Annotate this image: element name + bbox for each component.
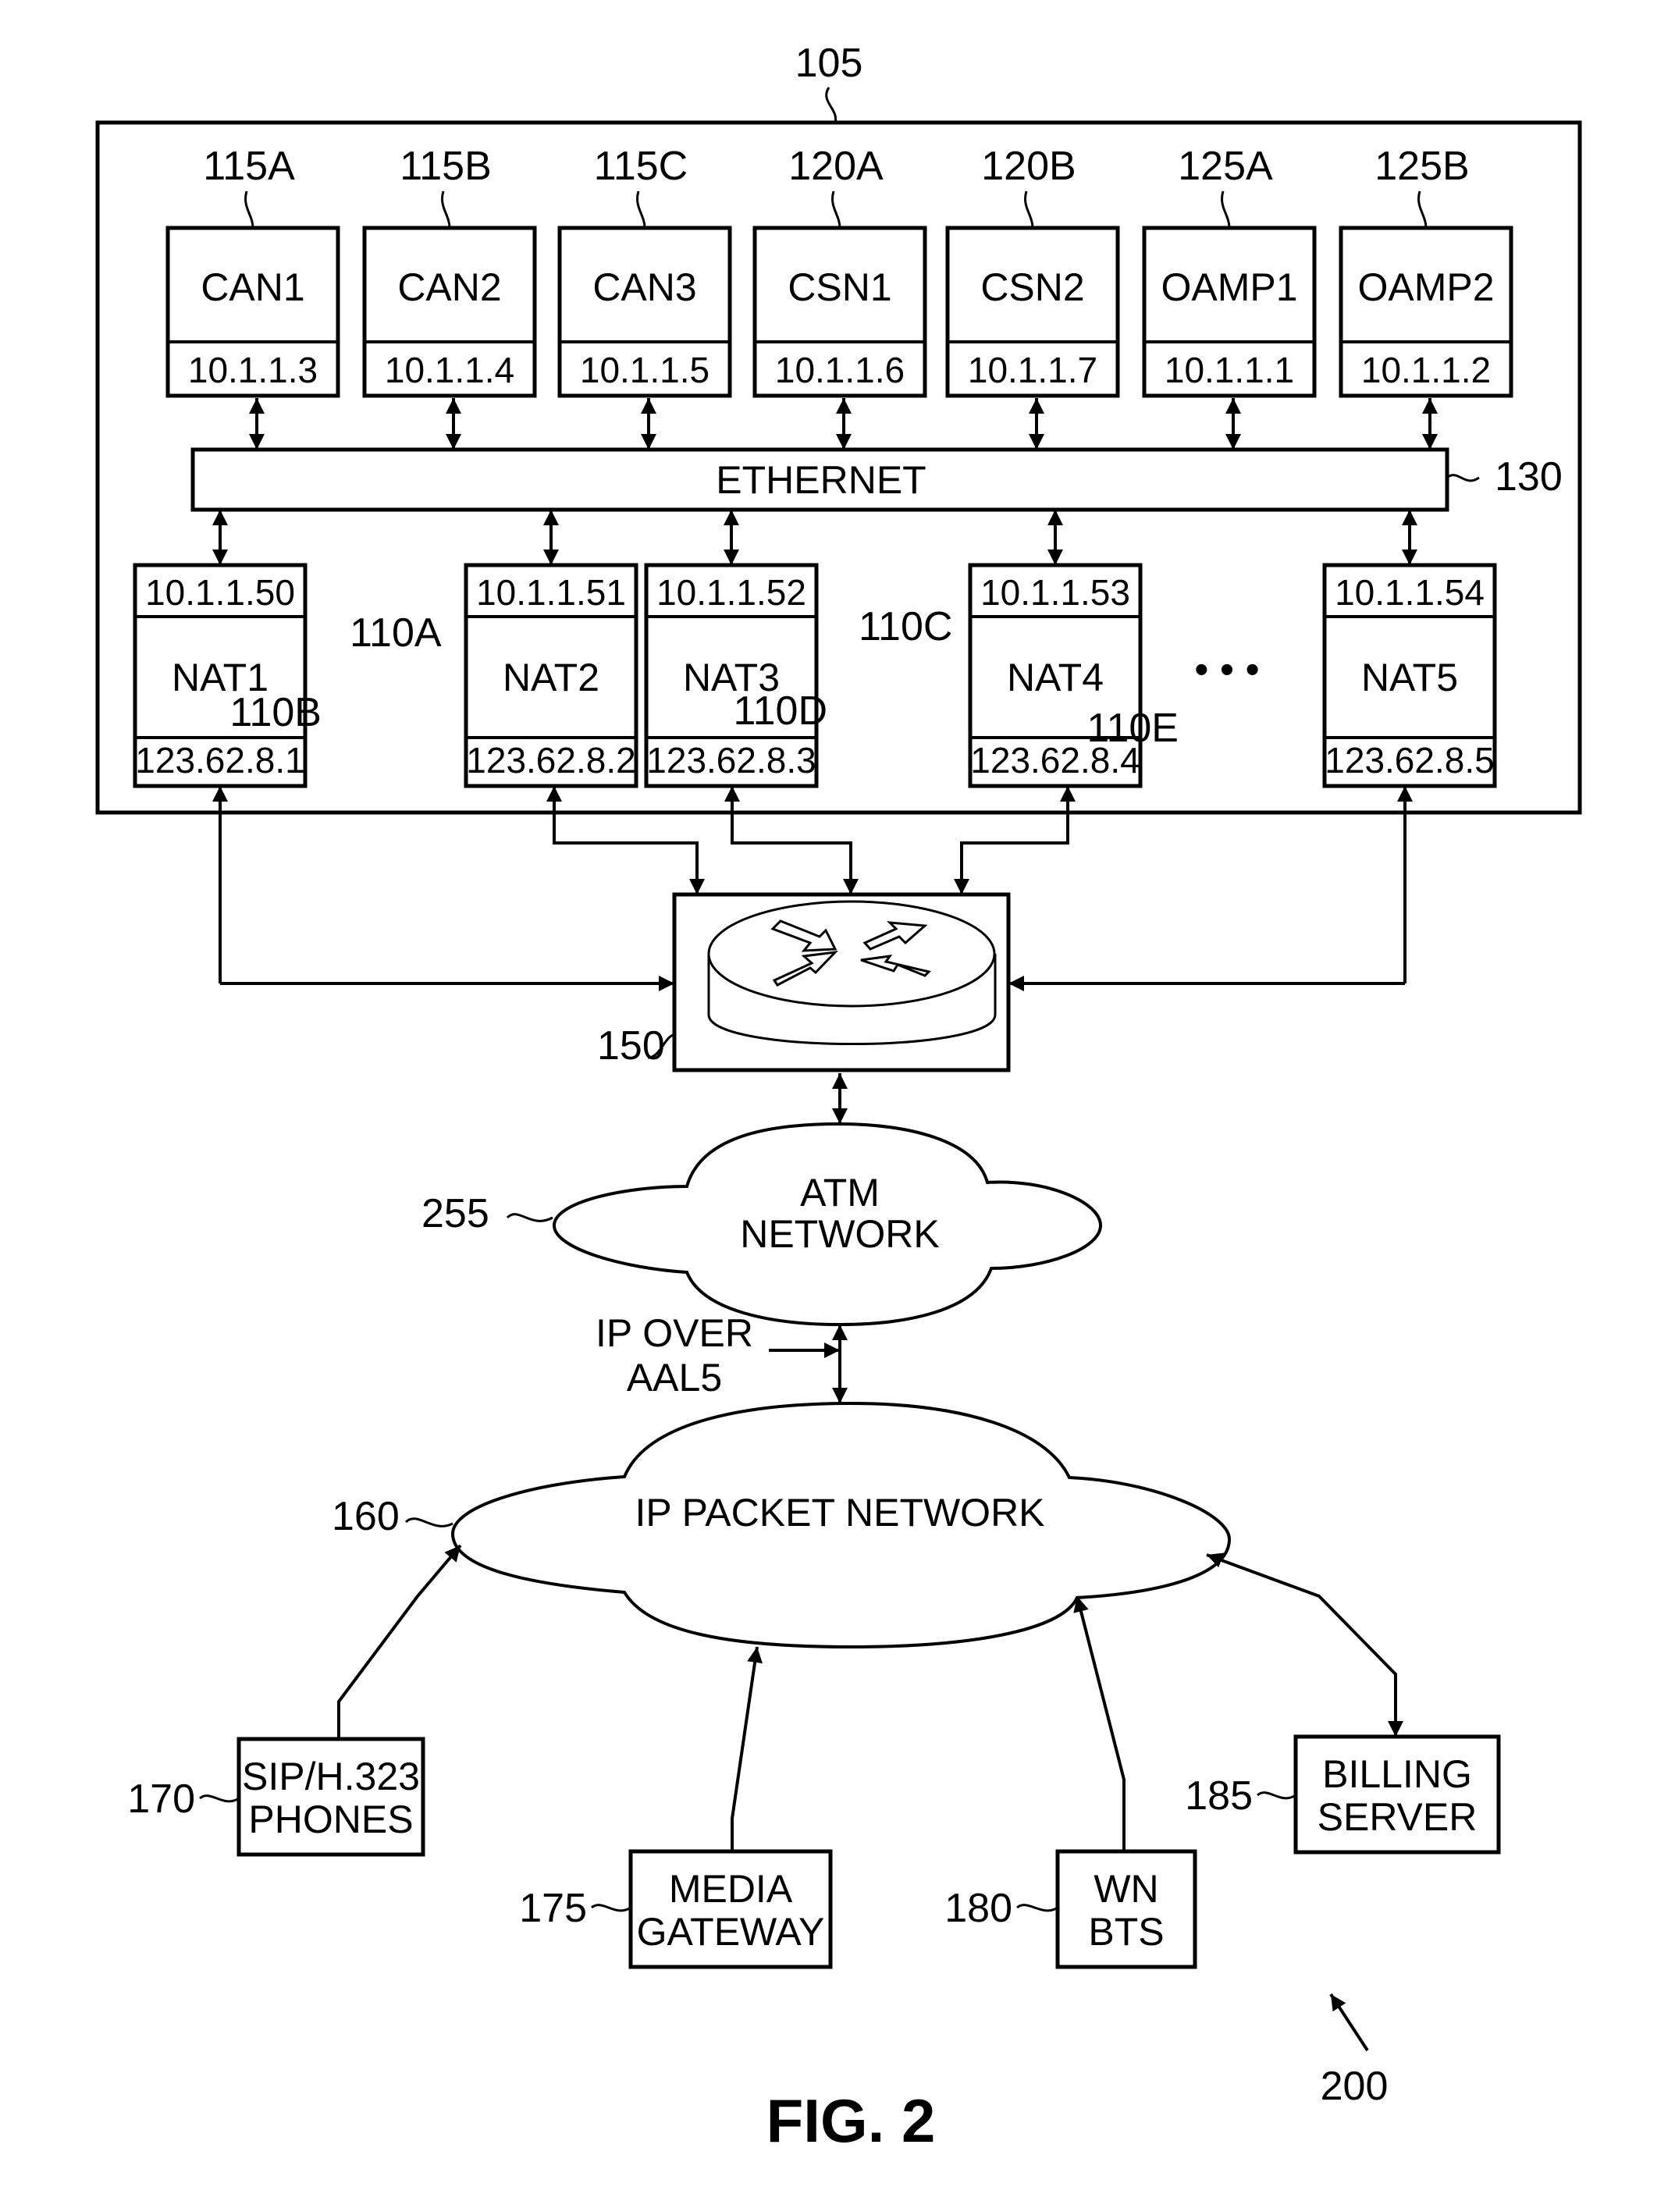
nat-private-ip: 10.1.1.53: [980, 572, 1130, 613]
nat-public-ip: 123.62.8.1: [135, 740, 304, 781]
nat-public-ip: 123.62.8.2: [466, 740, 635, 781]
server-name: OAMP1: [1161, 265, 1297, 309]
server-ref: 125A: [1178, 144, 1273, 189]
system-ref: 200: [1321, 1993, 1389, 2109]
endpoint-box: WNBTS 180: [944, 1849, 1197, 1969]
nat-ref: 110A: [350, 610, 442, 656]
server-ip: 10.1.1.4: [385, 350, 514, 390]
endpoint-line1: MEDIA: [669, 1867, 793, 1911]
server-ip: 10.1.1.6: [775, 350, 905, 390]
nat-private-ip: 10.1.1.54: [1335, 572, 1485, 613]
ellipsis: • • •: [1194, 647, 1260, 692]
server-ref: 125B: [1374, 144, 1469, 189]
server-ip: 10.1.1.3: [188, 350, 318, 390]
server-ip: 10.1.1.2: [1361, 350, 1491, 390]
nat-ref: 110B: [229, 690, 322, 735]
ip-network-cloud: IP PACKET NETWORK 160: [332, 1401, 1232, 1649]
server-name: CAN1: [201, 265, 304, 309]
endpoint-links: [331, 1544, 1403, 1879]
nat-name: NAT4: [1007, 656, 1104, 699]
atm-ref: 255: [421, 1191, 489, 1236]
enclosure-ref: 105: [795, 41, 863, 86]
figure-title: FIG. 2: [766, 2086, 936, 2155]
endpoint-line2: GATEWAY: [637, 1910, 825, 1954]
nat-private-ip: 10.1.1.50: [145, 572, 295, 613]
endpoint-boxes: SIP/H.323PHONES 170 MEDIAGATEWAY 175 WNBTS 18…: [127, 1734, 1501, 1969]
endpoint-ref: 175: [519, 1886, 587, 1931]
server-name: OAMP2: [1357, 265, 1494, 309]
nat-ref: 110E: [1086, 706, 1179, 751]
endpoint-line2: SERVER: [1318, 1795, 1478, 1839]
endpoint-ref: 185: [1185, 1773, 1253, 1819]
ip-network-label: IP PACKET NETWORK: [635, 1491, 1044, 1535]
server-ip: 10.1.1.5: [580, 350, 709, 390]
atm-line1: ATM: [800, 1171, 880, 1214]
nat-ref: 110C: [859, 604, 952, 649]
server-name: CSN2: [980, 265, 1084, 309]
nat-private-ip: 10.1.1.51: [476, 572, 626, 613]
atm-ip-link: IP OVER AAL5: [596, 1311, 848, 1403]
atm-network-cloud: ATM NETWORK 255: [421, 1122, 1103, 1327]
endpoint-box: SIP/H.323PHONES 170: [127, 1737, 425, 1857]
ethernet-label: ETHERNET: [716, 458, 926, 502]
system-ref-label: 200: [1321, 2064, 1389, 2109]
server-ref: 115B: [400, 144, 492, 189]
server-ip: 10.1.1.1: [1165, 350, 1294, 390]
server-ref: 115C: [594, 144, 688, 189]
link-label-line1: IP OVER: [596, 1311, 753, 1355]
server-name: CSN1: [788, 265, 891, 309]
link-label-line2: AAL5: [627, 1356, 722, 1399]
endpoint-line1: SIP/H.323: [242, 1755, 420, 1798]
endpoint-ref: 180: [944, 1886, 1012, 1931]
server-ip: 10.1.1.7: [968, 350, 1097, 390]
nat-public-ip: 123.62.8.5: [1325, 740, 1494, 781]
network-diagram: 105 CAN1 10.1.1.3 115A CAN2 10.1.1.4 115B CAN3…: [95, 41, 1582, 2155]
nat-ref: 110D: [734, 688, 827, 734]
ethernet-ref: 130: [1495, 454, 1563, 500]
endpoint-ref: 170: [127, 1776, 195, 1822]
endpoint-line1: BILLING: [1322, 1752, 1472, 1796]
endpoint-box: MEDIAGATEWAY 175: [519, 1849, 833, 1969]
router-ref: 150: [597, 1023, 665, 1069]
ethernet-bus: ETHERNET 130: [190, 447, 1563, 512]
server-name: CAN3: [592, 265, 696, 309]
server-name: CAN2: [397, 265, 501, 309]
atm-line2: NETWORK: [740, 1212, 940, 1256]
endpoint-line2: BTS: [1088, 1910, 1164, 1954]
endpoint-line2: PHONES: [248, 1798, 413, 1841]
server-ref: 120A: [788, 144, 884, 189]
nat-name: NAT5: [1361, 656, 1458, 699]
ip-network-ref: 160: [332, 1494, 400, 1539]
server-ref: 120B: [981, 144, 1076, 189]
nat-private-ip: 10.1.1.52: [656, 572, 806, 613]
server-ref: 115A: [203, 144, 295, 189]
endpoint-line1: WN: [1094, 1867, 1158, 1911]
nat-name: NAT2: [503, 656, 599, 699]
nat-public-ip: 123.62.8.3: [646, 740, 816, 781]
endpoint-box: BILLINGSERVER 185: [1185, 1734, 1501, 1855]
